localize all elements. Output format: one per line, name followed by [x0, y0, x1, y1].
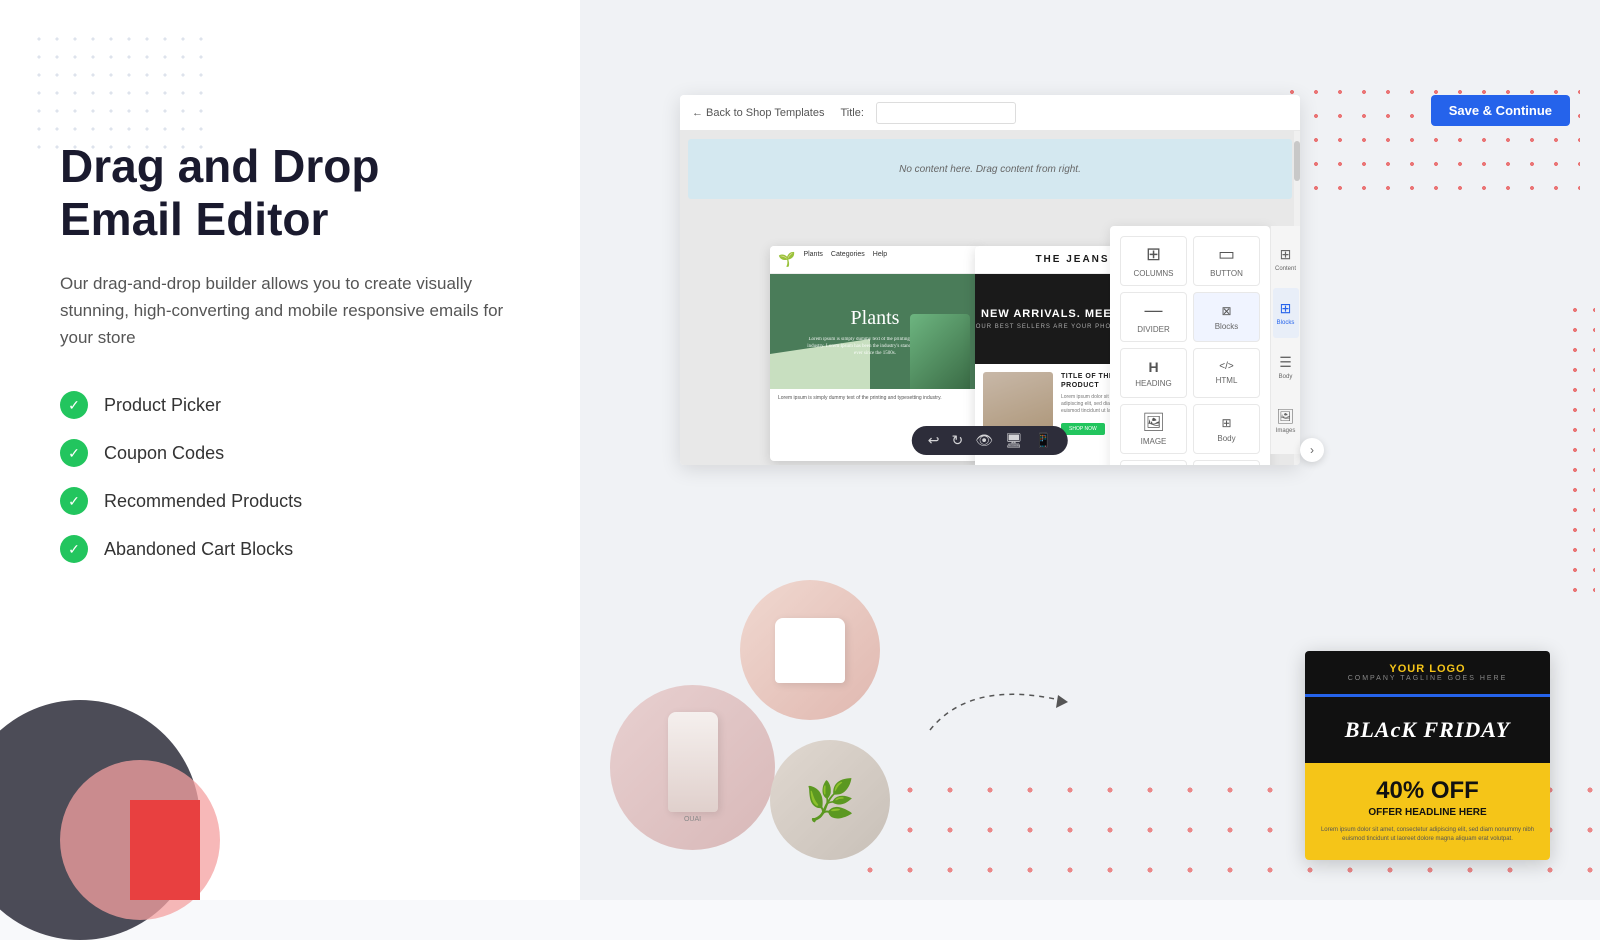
body-tab-label: Body [1279, 374, 1293, 380]
tab-content[interactable]: ⊞ Content [1273, 234, 1299, 284]
mug-circle [740, 580, 880, 720]
desktop-view-button[interactable]: 🖥 [1005, 432, 1023, 449]
blocks-grid: ⊞ COLUMNS ▭ BUTTON — DIVIDER ⊠ Blocks [1120, 236, 1260, 465]
feature-label: Recommended Products [104, 491, 302, 512]
images-icon: ⊞ [1221, 416, 1231, 430]
dashed-arrow [910, 640, 1110, 760]
back-to-templates-link[interactable]: ← Back to Shop Templates [692, 107, 824, 119]
title-label: Title: [840, 107, 863, 119]
left-panel: Drag and Drop Email Editor Our drag-and-… [0, 0, 580, 900]
bf-header: YOUR LOGO COMPANY TAGLINE GOES HERE [1305, 651, 1550, 694]
no-content-area: No content here. Drag content from right… [688, 139, 1292, 199]
button-icon: ▭ [1218, 244, 1235, 265]
bf-offer-text: Lorem ipsum dolor sit amet, consectetur … [1317, 826, 1538, 844]
sidebar-tabs: ⊞ Content ⊞ Blocks ☰ Body 🖼 Images [1270, 226, 1300, 454]
sub-text: Our drag-and-drop builder allows you to … [60, 270, 520, 352]
block-images[interactable]: ⊞ Body [1193, 404, 1260, 454]
check-icon: ✓ [60, 391, 88, 419]
images-tab-label: Images [1276, 428, 1296, 434]
list-item: ✓ Product Picker [60, 391, 520, 419]
check-icon: ✓ [60, 439, 88, 467]
scrollbar-thumb[interactable] [1294, 141, 1300, 181]
feature-list: ✓ Product Picker ✓ Coupon Codes ✓ Recomm… [60, 391, 520, 563]
plant-circle: 🌿 [770, 740, 890, 860]
block-image[interactable]: 🖼 IMAGE [1120, 404, 1187, 454]
feature-label: Coupon Codes [104, 443, 224, 464]
plants-nav: 🌱 Plants Categories Help [770, 246, 980, 274]
image-icon: 🖼 [1142, 412, 1165, 433]
tab-blocks[interactable]: ⊞ Blocks [1273, 288, 1299, 338]
tab-images[interactable]: 🖼 Images [1273, 396, 1299, 446]
divider-icon: — [1145, 300, 1163, 321]
bf-headline: BLAcK FRIDAY [1317, 717, 1538, 743]
body-icon: ⊠ [1221, 304, 1231, 318]
dot-grid-decoration [30, 30, 210, 150]
html-icon: </> [1219, 361, 1233, 372]
check-icon: ✓ [60, 487, 88, 515]
main-heading: Drag and Drop Email Editor [60, 140, 520, 246]
bottle-circle: OUAI [610, 685, 775, 850]
blocks-tab-label: Blocks [1277, 320, 1295, 326]
bottle-image: OUAI [668, 712, 718, 823]
columns-icon: ⊞ [1146, 244, 1161, 265]
content-tab-label: Content [1275, 266, 1296, 272]
block-divider[interactable]: — DIVIDER [1120, 292, 1187, 342]
bf-logo: YOUR LOGO [1317, 663, 1538, 675]
block-social[interactable]: 👤 SOCIAL [1193, 460, 1260, 465]
dot-pattern-mid-right [1565, 300, 1595, 600]
editor-topbar: ← Back to Shop Templates Title: [680, 95, 1300, 131]
block-heading[interactable]: H HEADING [1120, 348, 1187, 398]
plant-image: 🌿 [805, 777, 855, 824]
plants-footer: Lorem ipsum is simply dummy text of the … [770, 389, 980, 408]
redo-button[interactable]: ↻ [952, 432, 964, 449]
plants-title: Plants [851, 307, 900, 330]
body-tab-icon: ☰ [1279, 354, 1292, 371]
editor-window: ← Back to Shop Templates Title: No conte… [680, 95, 1300, 465]
plants-product-img [910, 314, 970, 389]
resize-handle[interactable]: › [1300, 438, 1324, 462]
block-columns[interactable]: ⊞ COLUMNS [1120, 236, 1187, 286]
plants-hero: Plants Lorem ipsum is simply dummy text … [770, 274, 980, 389]
block-menu[interactable]: ≡ MENU [1120, 460, 1187, 465]
product-circles: OUAI 🌿 [610, 580, 890, 860]
heading-icon: H [1148, 359, 1158, 375]
check-icon: ✓ [60, 535, 88, 563]
mobile-view-button[interactable]: 📱 [1035, 432, 1052, 449]
bf-yellow-section: 40% OFF OFFER HEADLINE HERE Lorem ipsum … [1305, 763, 1550, 860]
content-tab-icon: ⊞ [1280, 246, 1292, 263]
black-friday-template: YOUR LOGO COMPANY TAGLINE GOES HERE BLAc… [1305, 651, 1550, 860]
title-input[interactable] [876, 102, 1016, 124]
block-html[interactable]: </> HTML [1193, 348, 1260, 398]
feature-label: Abandoned Cart Blocks [104, 539, 293, 560]
bf-black-section: BLAcK FRIDAY [1305, 697, 1550, 763]
list-item: ✓ Coupon Codes [60, 439, 520, 467]
canvas-toolbar: ↩ ↻ 👁 🖥 📱 [912, 426, 1068, 455]
save-continue-button[interactable]: Save & Continue [1431, 95, 1570, 126]
blocks-panel: ⊞ COLUMNS ▭ BUTTON — DIVIDER ⊠ Blocks [1110, 226, 1270, 465]
undo-button[interactable]: ↩ [928, 432, 940, 449]
images-tab-icon: 🖼 [1277, 408, 1295, 425]
block-body[interactable]: ⊠ Blocks [1193, 292, 1260, 342]
blocks-tab-icon: ⊞ [1280, 300, 1292, 317]
feature-label: Product Picker [104, 395, 221, 416]
bf-tagline: COMPANY TAGLINE GOES HERE [1317, 675, 1538, 682]
jeans-shop-button[interactable]: SHOP NOW [1061, 423, 1105, 435]
mug-image [775, 618, 845, 683]
bf-offer-headline: OFFER HEADLINE HERE [1317, 807, 1538, 818]
right-panel: Save & Continue ← Back to Shop Templates… [580, 0, 1600, 900]
tab-body[interactable]: ☰ Body [1273, 342, 1299, 392]
bf-discount: 40% OFF [1317, 779, 1538, 803]
block-button[interactable]: ▭ BUTTON [1193, 236, 1260, 286]
preview-button[interactable]: 👁 [975, 432, 993, 449]
list-item: ✓ Recommended Products [60, 487, 520, 515]
editor-body: No content here. Drag content from right… [680, 131, 1300, 465]
decorative-rect-red [130, 800, 200, 900]
list-item: ✓ Abandoned Cart Blocks [60, 535, 520, 563]
